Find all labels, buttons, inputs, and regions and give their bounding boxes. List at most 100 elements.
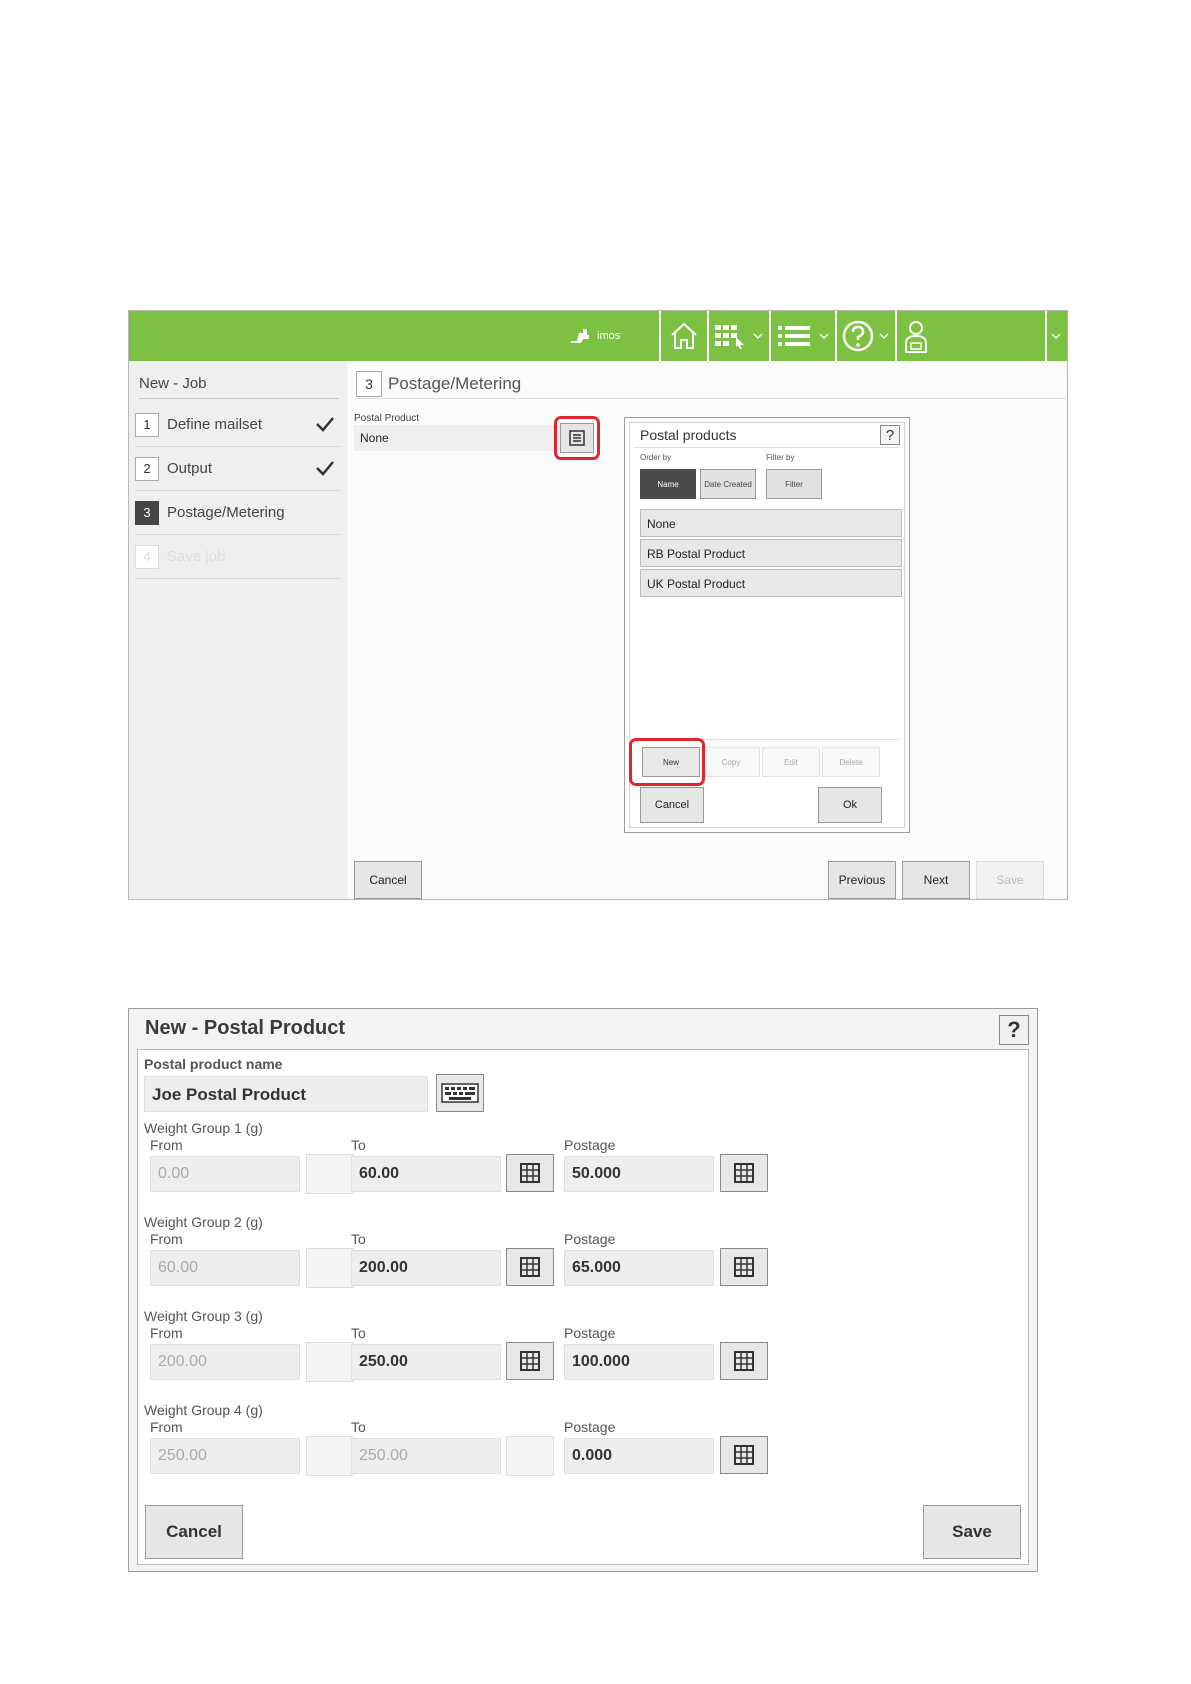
from-label: From [150,1419,183,1435]
toolbar-divider [707,311,709,361]
from-field: 200.00 [150,1344,300,1380]
to-label: To [351,1419,366,1435]
list-item[interactable]: None [640,509,902,537]
postage-keypad-button[interactable] [720,1154,768,1192]
chevron-down-icon[interactable] [877,329,891,343]
toolbar-divider [769,311,771,361]
to-field[interactable]: 250.00 [351,1344,501,1380]
page-header: 3 Postage/Metering [356,369,1066,399]
weight-group-label: Weight Group 1 (g) [144,1120,263,1136]
copy-button[interactable]: Copy [702,747,760,777]
to-label: To [351,1137,366,1153]
cancel-button[interactable]: Cancel [145,1505,243,1559]
to-keypad-button[interactable] [506,1248,554,1286]
name-label: Postal product name [144,1056,283,1072]
to-label: To [351,1325,366,1341]
from-label: From [150,1325,183,1341]
sidebar-title: New - Job [139,375,339,399]
logo-icon [571,329,589,343]
weight-group-label: Weight Group 2 (g) [144,1214,263,1230]
postal-product-field[interactable]: None [354,425,564,451]
step-define-mailset[interactable]: 1 Define mailset [135,403,341,447]
chevron-down-icon[interactable] [751,329,765,343]
to-field: 250.00 [351,1438,501,1474]
postage-field[interactable]: 50.000 [564,1156,714,1192]
edit-button[interactable]: Edit [762,747,820,777]
step-number: 3 [135,500,159,525]
save-button[interactable]: Save [923,1505,1021,1559]
help-button[interactable]: ? [880,425,900,445]
step-number: 4 [135,544,159,569]
keypad-icon [520,1163,540,1183]
page-title: New - Postal Product [145,1017,346,1039]
postal-product-label: Postal Product [354,413,420,424]
brand-name: imos [597,330,621,342]
to-field[interactable]: 60.00 [351,1156,501,1192]
postal-products-dialog: Postal products ? Order by Filter by Nam… [624,417,910,833]
to-keypad-button[interactable] [506,1154,554,1192]
postage-keypad-button[interactable] [720,1248,768,1286]
dialog-cancel-button[interactable]: Cancel [640,787,704,823]
from-field: 60.00 [150,1250,300,1286]
step-label: Output [167,460,213,477]
step-number: 2 [135,456,159,481]
postage-label: Postage [564,1325,616,1341]
dialog-title: Postal products [640,427,737,443]
to-keypad-button[interactable] [506,1342,554,1380]
keypad-icon [520,1257,540,1277]
chevron-down-icon[interactable] [1049,329,1063,343]
cancel-button[interactable]: Cancel [354,861,422,899]
help-button[interactable]: ? [999,1015,1029,1045]
step-label: Save job [167,548,226,565]
highlight-box [554,416,600,460]
weight-group-label: Weight Group 3 (g) [144,1308,263,1324]
step-postage-metering[interactable]: 3 Postage/Metering [135,491,341,535]
list-icon[interactable] [777,319,811,353]
step-output[interactable]: 2 Output [135,447,341,491]
postage-label: Postage [564,1419,616,1435]
list-item[interactable]: RB Postal Product [640,539,902,567]
step-number: 1 [135,412,159,437]
keypad-icon [734,1351,754,1371]
previous-button[interactable]: Previous [828,861,896,899]
keypad-icon [734,1445,754,1465]
chevron-down-icon[interactable] [817,329,831,343]
page-step-number: 3 [356,370,382,397]
filter-button[interactable]: Filter [766,469,822,499]
blank-button [506,1436,554,1476]
postage-keypad-button[interactable] [720,1436,768,1474]
name-field[interactable]: Joe Postal Product [144,1076,428,1112]
from-label: From [150,1231,183,1247]
toolbar-divider [895,311,897,361]
next-button[interactable]: Next [902,861,970,899]
keypad-icon [520,1351,540,1371]
postage-field[interactable]: 0.000 [564,1438,714,1474]
top-bar: imos [129,311,1067,361]
user-icon[interactable] [899,319,933,353]
order-by-name-button[interactable]: Name [640,469,696,499]
help-icon[interactable] [841,319,875,353]
checkmark-icon [316,417,334,432]
main-content: 3 Postage/Metering Postal Product None P… [348,361,1066,899]
dialog-ok-button[interactable]: Ok [818,787,882,823]
job-wizard-screen: imos New - Job 1 Define mailset 2 Output… [128,310,1068,900]
step-label: Postage/Metering [167,504,285,521]
order-by-date-button[interactable]: Date Created [700,469,756,499]
delete-button[interactable]: Delete [822,747,880,777]
weight-group-label: Weight Group 4 (g) [144,1402,263,1418]
list-item[interactable]: UK Postal Product [640,569,902,597]
new-postal-product-screen: New - Postal Product ? Postal product na… [128,1008,1038,1572]
postage-field[interactable]: 100.000 [564,1344,714,1380]
postage-field[interactable]: 65.000 [564,1250,714,1286]
keyboard-button[interactable] [436,1074,484,1112]
save-button[interactable]: Save [976,861,1044,899]
keyboard-icon [441,1083,479,1103]
wizard-sidebar: New - Job 1 Define mailset 2 Output 3 Po… [129,361,347,899]
step-label: Define mailset [167,416,263,433]
to-label: To [351,1231,366,1247]
to-field[interactable]: 200.00 [351,1250,501,1286]
apps-grid-icon[interactable] [713,319,747,353]
toolbar-divider [659,311,661,361]
home-icon[interactable] [667,319,701,353]
postage-keypad-button[interactable] [720,1342,768,1380]
